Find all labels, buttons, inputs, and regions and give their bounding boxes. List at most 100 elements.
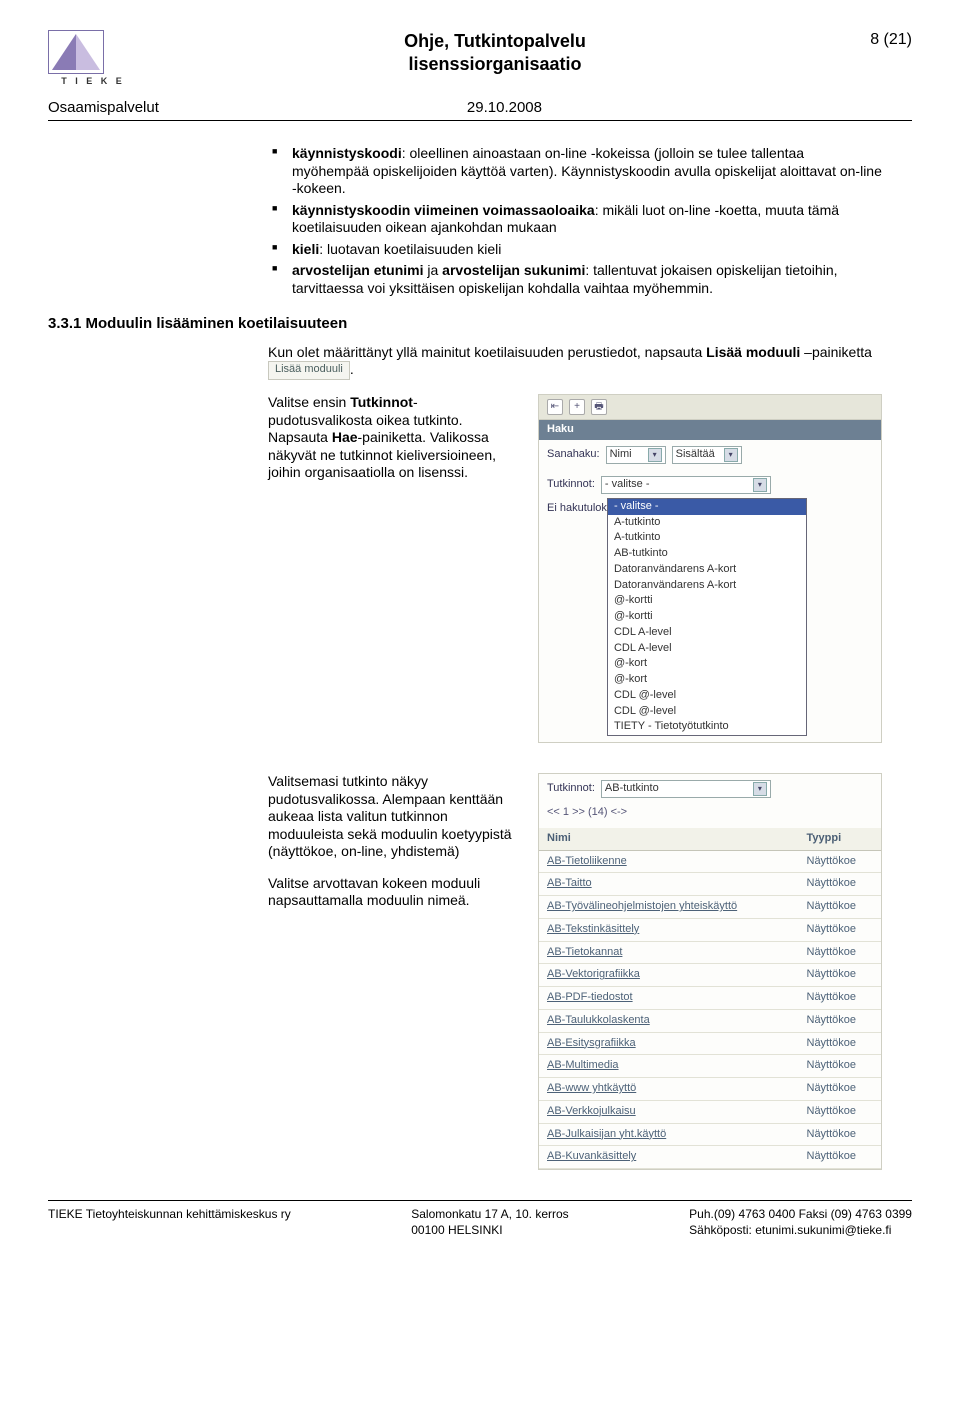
footer-mid: Salomonkatu 17 A, 10. kerros 00100 HELSI… — [411, 1207, 568, 1238]
b1-s2: Hae — [332, 429, 358, 445]
tutkinnot-select[interactable]: - valitse -▾ — [601, 476, 771, 494]
shot2-tutkinnot-select[interactable]: AB-tutkinto ▾ — [601, 780, 771, 798]
module-name-link[interactable]: AB-Tekstinkäsittely — [539, 918, 799, 941]
table-row: AB-TietokannatNäyttökoe — [539, 941, 881, 964]
module-type: Näyttökoe — [799, 1146, 882, 1169]
table-row: AB-VerkkojulkaisuNäyttökoe — [539, 1100, 881, 1123]
module-name-link[interactable]: AB-Taitto — [539, 873, 799, 896]
dropdown-option[interactable]: CDL A-level — [608, 641, 806, 657]
module-name-link[interactable]: AB-PDF-tiedostot — [539, 987, 799, 1010]
haku-band: Haku — [539, 420, 881, 440]
dropdown-option[interactable]: Datoranvändarens A-kort — [608, 562, 806, 578]
dropdown-option[interactable]: CDL @-level — [608, 688, 806, 704]
module-name-link[interactable]: AB-Taulukkolaskenta — [539, 1009, 799, 1032]
dropdown-option[interactable]: Datoranvändarens A-kort — [608, 578, 806, 594]
footer-left-1: TIEKE Tietoyhteiskunnan kehittämiskeskus… — [48, 1207, 291, 1221]
table-row: AB-TaulukkolaskentaNäyttökoe — [539, 1009, 881, 1032]
intro-strong: Lisää moduuli — [706, 344, 800, 360]
module-name-link[interactable]: AB-Työvälineohjelmistojen yhteiskäyttö — [539, 896, 799, 919]
doc-title-block: Ohje, Tutkintopalvelu lisenssiorganisaat… — [138, 30, 852, 75]
screenshot-2: Tutkinnot: AB-tutkinto ▾ << 1 >> (14) <->… — [538, 773, 882, 1170]
block-1-text: Valitse ensin Tutkinnot-pudotusvalikosta… — [268, 394, 518, 743]
col-type[interactable]: Tyyppi — [799, 828, 882, 850]
dropdown-option[interactable]: A-tutkinto — [608, 515, 806, 531]
tutkinnot-dropdown[interactable]: - valitse -A-tutkintoA-tutkintoAB-tutkin… — [607, 498, 807, 736]
chevron-down-icon: ▾ — [724, 448, 738, 462]
add-module-button[interactable]: Lisää moduuli — [268, 361, 350, 380]
module-type: Näyttökoe — [799, 1055, 882, 1078]
doc-title-1: Ohje, Tutkintopalvelu — [138, 30, 852, 53]
dropdown-option[interactable]: CDL @-level — [608, 704, 806, 720]
chevron-down-icon: ▾ — [753, 478, 767, 492]
bullet-list: käynnistyskoodi: oleellinen ainoastaan o… — [268, 145, 882, 297]
module-type: Näyttökoe — [799, 987, 882, 1010]
dropdown-option[interactable]: TIETY - Tietotyötutkinto — [608, 719, 806, 735]
sanahaku-sel-val: Nimi — [610, 448, 632, 462]
block-1: Valitse ensin Tutkinnot-pudotusvalikosta… — [48, 394, 912, 743]
chevron-down-icon: ▾ — [648, 448, 662, 462]
table-row: AB-Julkaisijan yht.käyttöNäyttökoe — [539, 1123, 881, 1146]
shot2-tutkinnot-label: Tutkinnot: — [547, 782, 595, 796]
module-type: Näyttökoe — [799, 1009, 882, 1032]
dropdown-option[interactable]: @-kortti — [608, 609, 806, 625]
dropdown-option[interactable]: @-kort — [608, 656, 806, 672]
sisaltaa-sel-val: Sisältää — [676, 448, 715, 462]
tutkinnot-row: Tutkinnot: - valitse -▾ — [539, 470, 881, 500]
dropdown-option[interactable]: CDL A-level — [608, 625, 806, 641]
dropdown-option[interactable]: - valitse - — [608, 499, 806, 515]
add-icon[interactable]: + — [569, 399, 585, 415]
shot2-tutkinnot-val: AB-tutkinto — [605, 782, 659, 796]
block-2-shot: Tutkinnot: AB-tutkinto ▾ << 1 >> (14) <->… — [538, 773, 882, 1170]
bullet-3-strong: kieli — [292, 241, 319, 257]
screenshot-1: ⇤ + 🖶 Haku Sanahaku: Nimi▾ Sisältää▾ Tut… — [538, 394, 882, 743]
module-name-link[interactable]: AB-Tietokannat — [539, 941, 799, 964]
bullet-1-strong: käynnistyskoodi — [292, 145, 402, 161]
intro-b: –painiketta — [800, 344, 872, 360]
module-name-link[interactable]: AB-Kuvankäsittely — [539, 1146, 799, 1169]
sanahaku-select[interactable]: Nimi ▾ — [606, 446, 666, 464]
module-type: Näyttökoe — [799, 1123, 882, 1146]
module-name-link[interactable]: AB-Multimedia — [539, 1055, 799, 1078]
bullet-3-rest: : luotavan koetilaisuuden kieli — [319, 241, 501, 257]
footer-right-1: Puh.(09) 4763 0400 Faksi (09) 4763 0399 — [689, 1207, 912, 1221]
module-name-link[interactable]: AB-Vektorigrafiikka — [539, 964, 799, 987]
module-name-link[interactable]: AB-Esitysgrafiikka — [539, 1032, 799, 1055]
dropdown-option[interactable]: AB-tutkinto — [608, 546, 806, 562]
table-row: AB-KuvankäsittelyNäyttökoe — [539, 1146, 881, 1169]
page-number: 8 (21) — [852, 30, 912, 50]
b2-p2: Valitse arvottavan kokeen moduuli napsau… — [268, 875, 518, 910]
section-heading: 3.3.1 Moduulin lisääminen koetilaisuutee… — [48, 315, 912, 334]
col-name[interactable]: Nimi — [539, 828, 799, 850]
table-row: AB-www yhtkäyttöNäyttökoe — [539, 1078, 881, 1101]
pager[interactable]: << 1 >> (14) <-> — [539, 804, 881, 822]
footer-mid-1: Salomonkatu 17 A, 10. kerros — [411, 1207, 568, 1221]
dropdown-option[interactable]: @-kortti — [608, 593, 806, 609]
module-type: Näyttökoe — [799, 896, 882, 919]
logo-text: T I E K E — [48, 76, 138, 87]
table-row: AB-EsitysgrafiikkaNäyttökoe — [539, 1032, 881, 1055]
dropdown-option[interactable]: @-kort — [608, 672, 806, 688]
module-name-link[interactable]: AB-Verkkojulkaisu — [539, 1100, 799, 1123]
module-name-link[interactable]: AB-Julkaisijan yht.käyttö — [539, 1123, 799, 1146]
print-icon[interactable]: 🖶 — [591, 399, 607, 415]
chevron-down-icon: ▾ — [753, 782, 767, 796]
table-row: AB-VektorigrafiikkaNäyttökoe — [539, 964, 881, 987]
block-2-text: Valitsemasi tutkinto näkyy pudotusvaliko… — [268, 773, 518, 1170]
module-type: Näyttökoe — [799, 1032, 882, 1055]
sisaltaa-select[interactable]: Sisältää ▾ — [672, 446, 742, 464]
module-name-link[interactable]: AB-Tietoliikenne — [539, 850, 799, 873]
dropdown-option[interactable]: A-tutkinto — [608, 530, 806, 546]
module-name-link[interactable]: AB-www yhtkäyttö — [539, 1078, 799, 1101]
module-type: Näyttökoe — [799, 1100, 882, 1123]
subheader: Osaamispalvelut 29.10.2008 — [48, 95, 912, 121]
module-type: Näyttökoe — [799, 1078, 882, 1101]
table-row: AB-PDF-tiedostotNäyttökoe — [539, 987, 881, 1010]
footer-right: Puh.(09) 4763 0400 Faksi (09) 4763 0399 … — [689, 1207, 912, 1238]
shot2-tutkinnot-row: Tutkinnot: AB-tutkinto ▾ — [539, 774, 881, 804]
intro: Kun olet määrittänyt yllä mainitut koeti… — [48, 344, 912, 380]
b1-a: Valitse ensin — [268, 394, 350, 410]
back-icon[interactable]: ⇤ — [547, 399, 563, 415]
ei-haku: Ei hakutulok — [539, 500, 607, 742]
bullet-1: käynnistyskoodi: oleellinen ainoastaan o… — [268, 145, 882, 198]
module-type: Näyttökoe — [799, 873, 882, 896]
